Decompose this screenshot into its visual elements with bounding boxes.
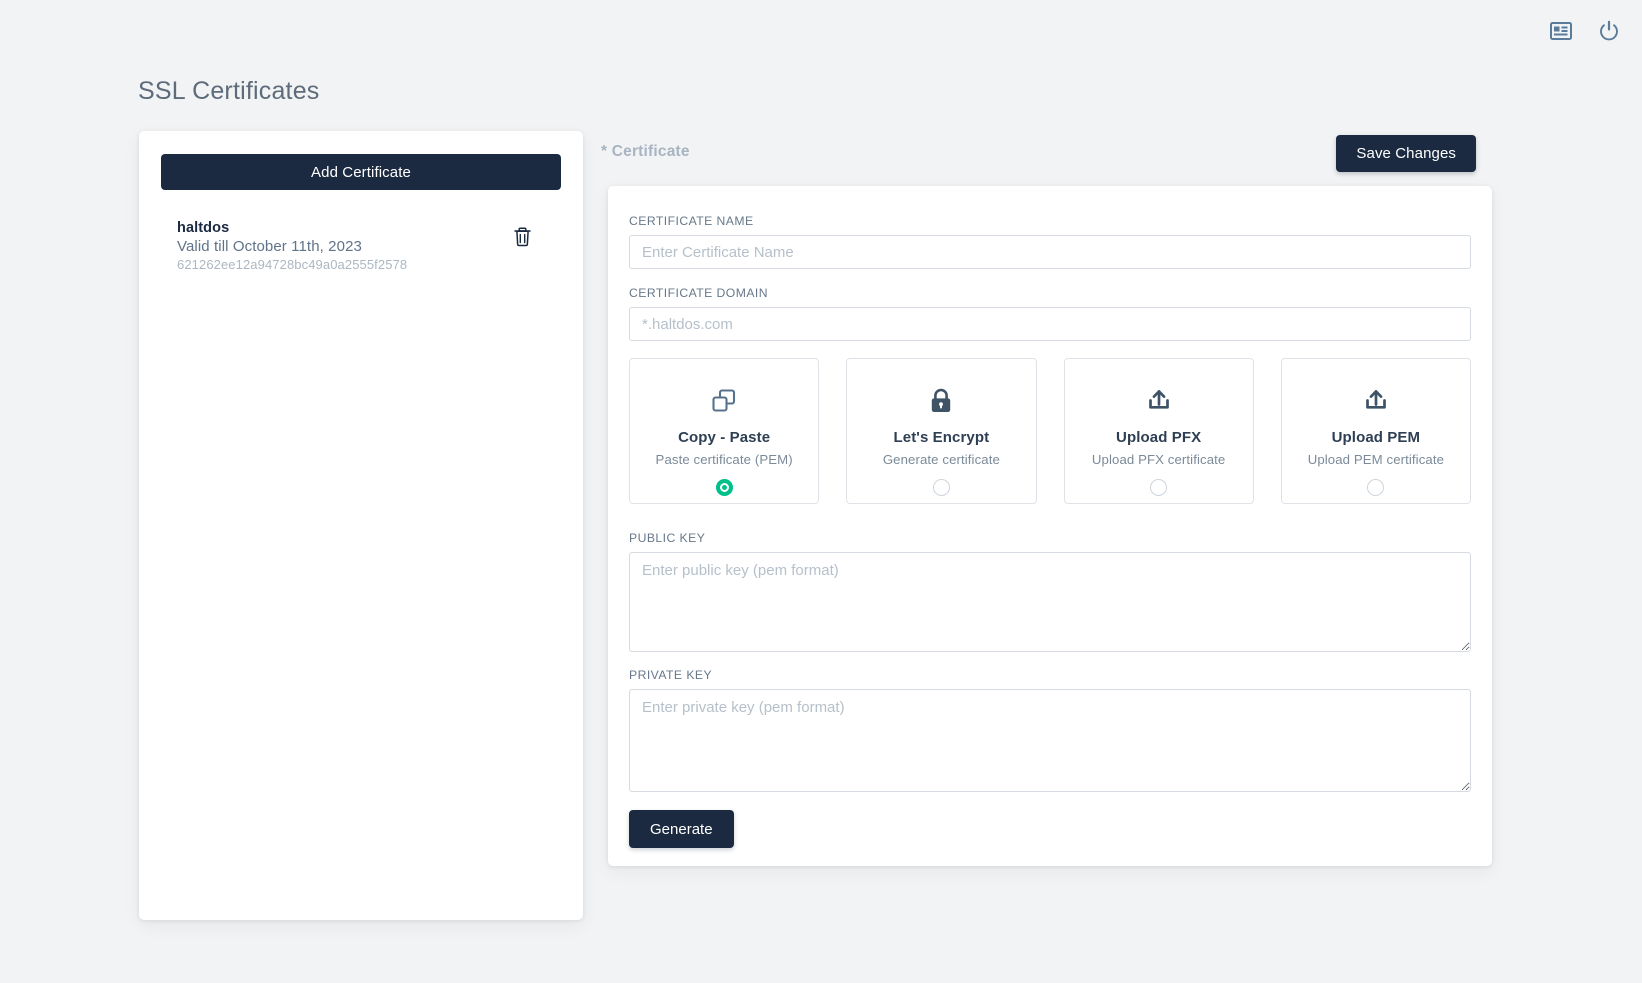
private-key-label: PRIVATE KEY	[629, 668, 713, 682]
certificate-list: haltdos Valid till October 11th, 2023 62…	[161, 216, 561, 276]
certificate-id: 621262ee12a94728bc49a0a2555f2578	[177, 257, 408, 272]
list-item[interactable]: haltdos Valid till October 11th, 2023 62…	[161, 216, 561, 276]
option-subtitle: Generate certificate	[882, 452, 1000, 467]
certificate-domain-field: CERTIFICATE DOMAIN	[629, 286, 1471, 341]
option-upload-pem[interactable]: Upload PEM Upload PEM certificate	[1280, 358, 1471, 504]
upload-icon	[1363, 385, 1389, 417]
certificate-name-field: CERTIFICATE NAME	[629, 214, 1471, 269]
copy-paste-icon	[711, 385, 737, 417]
option-subtitle: Upload PEM certificate	[1307, 452, 1445, 467]
trash-icon[interactable]	[513, 226, 535, 248]
option-copy-paste[interactable]: Copy - Paste Paste certificate (PEM)	[629, 358, 820, 504]
certificate-domain-input[interactable]	[629, 307, 1471, 341]
power-icon[interactable]	[1596, 18, 1622, 44]
option-lets-encrypt[interactable]: Let's Encrypt Generate certificate	[846, 358, 1037, 504]
option-radio-copy-paste[interactable]	[715, 479, 733, 496]
public-key-textarea[interactable]	[629, 552, 1471, 652]
private-key-field: PRIVATE KEY	[629, 668, 1471, 792]
certificate-name: haltdos	[177, 220, 230, 236]
option-title: Copy - Paste	[678, 429, 771, 446]
public-key-field: PUBLIC KEY	[629, 531, 1471, 652]
option-title: Let's Encrypt	[893, 429, 990, 446]
certificate-name-label: CERTIFICATE NAME	[629, 214, 754, 228]
certificate-info: haltdos Valid till October 11th, 2023 62…	[177, 220, 407, 272]
form-header: * Certificate Save Changes	[587, 131, 1512, 186]
option-subtitle: Paste certificate (PEM)	[655, 452, 793, 467]
certificate-validity: Valid till October 11th, 2023	[177, 238, 362, 255]
certificate-form-card: CERTIFICATE NAME CERTIFICATE DOMAIN Copy…	[608, 186, 1492, 866]
page-title: SSL Certificates	[138, 77, 320, 105]
option-radio-upload-pfx[interactable]	[1150, 479, 1168, 496]
option-title: Upload PEM	[1331, 429, 1421, 446]
option-radio-lets-encrypt[interactable]	[932, 479, 950, 496]
lock-icon	[929, 385, 953, 417]
save-changes-button[interactable]: Save Changes	[1336, 135, 1476, 172]
option-radio-upload-pem[interactable]	[1367, 479, 1385, 496]
id-card-icon[interactable]	[1548, 18, 1574, 44]
certificate-form-column: * Certificate Save Changes CERTIFICATE N…	[587, 131, 1512, 866]
option-upload-pfx[interactable]: Upload PFX Upload PFX certificate	[1063, 358, 1254, 504]
certificate-name-input[interactable]	[629, 235, 1471, 269]
private-key-textarea[interactable]	[629, 689, 1471, 792]
option-title: Upload PFX	[1116, 429, 1202, 446]
certificate-type-options: Copy - Paste Paste certificate (PEM) Let…	[629, 358, 1471, 504]
public-key-label: PUBLIC KEY	[629, 531, 706, 545]
upload-icon	[1146, 385, 1172, 417]
certificate-domain-label: CERTIFICATE DOMAIN	[629, 286, 769, 300]
certificate-list-panel: Add Certificate haltdos Valid till Octob…	[139, 131, 583, 920]
option-subtitle: Upload PFX certificate	[1091, 452, 1226, 467]
add-certificate-button[interactable]: Add Certificate	[161, 154, 561, 190]
section-label: * Certificate	[601, 143, 690, 160]
generate-button[interactable]: Generate	[629, 810, 734, 848]
top-bar	[0, 0, 1642, 62]
